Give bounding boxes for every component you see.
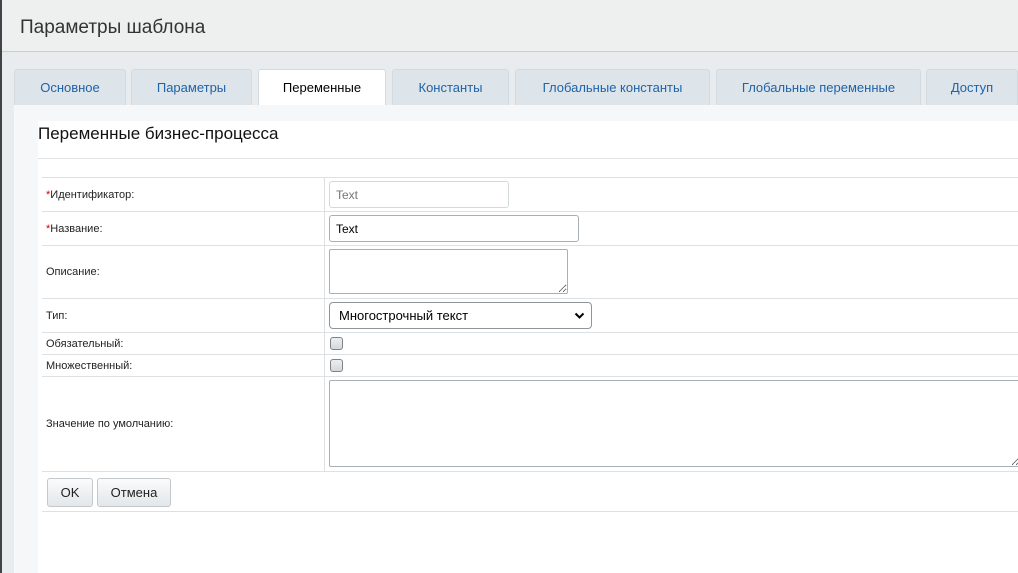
form-row-type: Тип: Многострочный текст (42, 299, 1018, 333)
form-row-description: Описание: (42, 246, 1018, 299)
identifier-label: * Идентификатор: (42, 178, 325, 211)
multiple-checkbox[interactable] (330, 359, 343, 372)
window-left-edge (0, 0, 2, 573)
tab-access[interactable]: Доступ (926, 69, 1018, 105)
type-label: Тип: (42, 299, 325, 332)
tab-main[interactable]: Основное (14, 69, 126, 105)
required-checkbox[interactable] (330, 337, 343, 350)
description-label: Описание: (42, 246, 325, 298)
type-select-value: Многострочный текст (339, 308, 469, 323)
tab-constants[interactable]: Константы (392, 69, 509, 105)
tab-bar: Основное Параметры Переменные Константы … (14, 69, 1018, 106)
cancel-button[interactable]: Отмена (97, 478, 171, 507)
form-row-required: Обязательный: (42, 333, 1018, 355)
form-row-name: * Название: (42, 212, 1018, 246)
default-value-textarea[interactable] (329, 380, 1018, 467)
multiple-label: Множественный: (42, 355, 325, 376)
identifier-input[interactable] (329, 181, 509, 208)
type-select[interactable]: Многострочный текст (329, 302, 592, 329)
tab-global-constants[interactable]: Глобальные константы (515, 69, 710, 105)
section-divider (38, 158, 1018, 159)
page-title: Параметры шаблона (20, 17, 206, 38)
description-textarea[interactable] (329, 249, 568, 294)
name-input[interactable] (329, 215, 579, 242)
variables-panel: Переменные бизнес-процесса * Идентификато… (38, 121, 1018, 573)
chevron-down-icon (574, 312, 585, 319)
name-label: * Название: (42, 212, 325, 245)
form-row-default-value: Значение по умолчанию: (42, 377, 1018, 472)
tab-parameters[interactable]: Параметры (131, 69, 252, 105)
form-row-identifier: * Идентификатор: (42, 178, 1018, 212)
default-value-label: Значение по умолчанию: (42, 377, 325, 471)
form-row-multiple: Множественный: (42, 355, 1018, 377)
tab-variables[interactable]: Переменные (258, 69, 386, 106)
tab-content: Переменные бизнес-процесса * Идентификато… (14, 105, 1018, 573)
section-title: Переменные бизнес-процесса (38, 124, 279, 143)
form-buttons: OK Отмена (42, 472, 1018, 512)
ok-button[interactable]: OK (47, 478, 93, 507)
tab-global-variables[interactable]: Глобальные переменные (716, 69, 921, 105)
page-header: Параметры шаблона (2, 0, 1018, 52)
required-label: Обязательный: (42, 333, 325, 354)
variable-form: *Идентификатор: *Название: Описание: (42, 177, 1018, 512)
